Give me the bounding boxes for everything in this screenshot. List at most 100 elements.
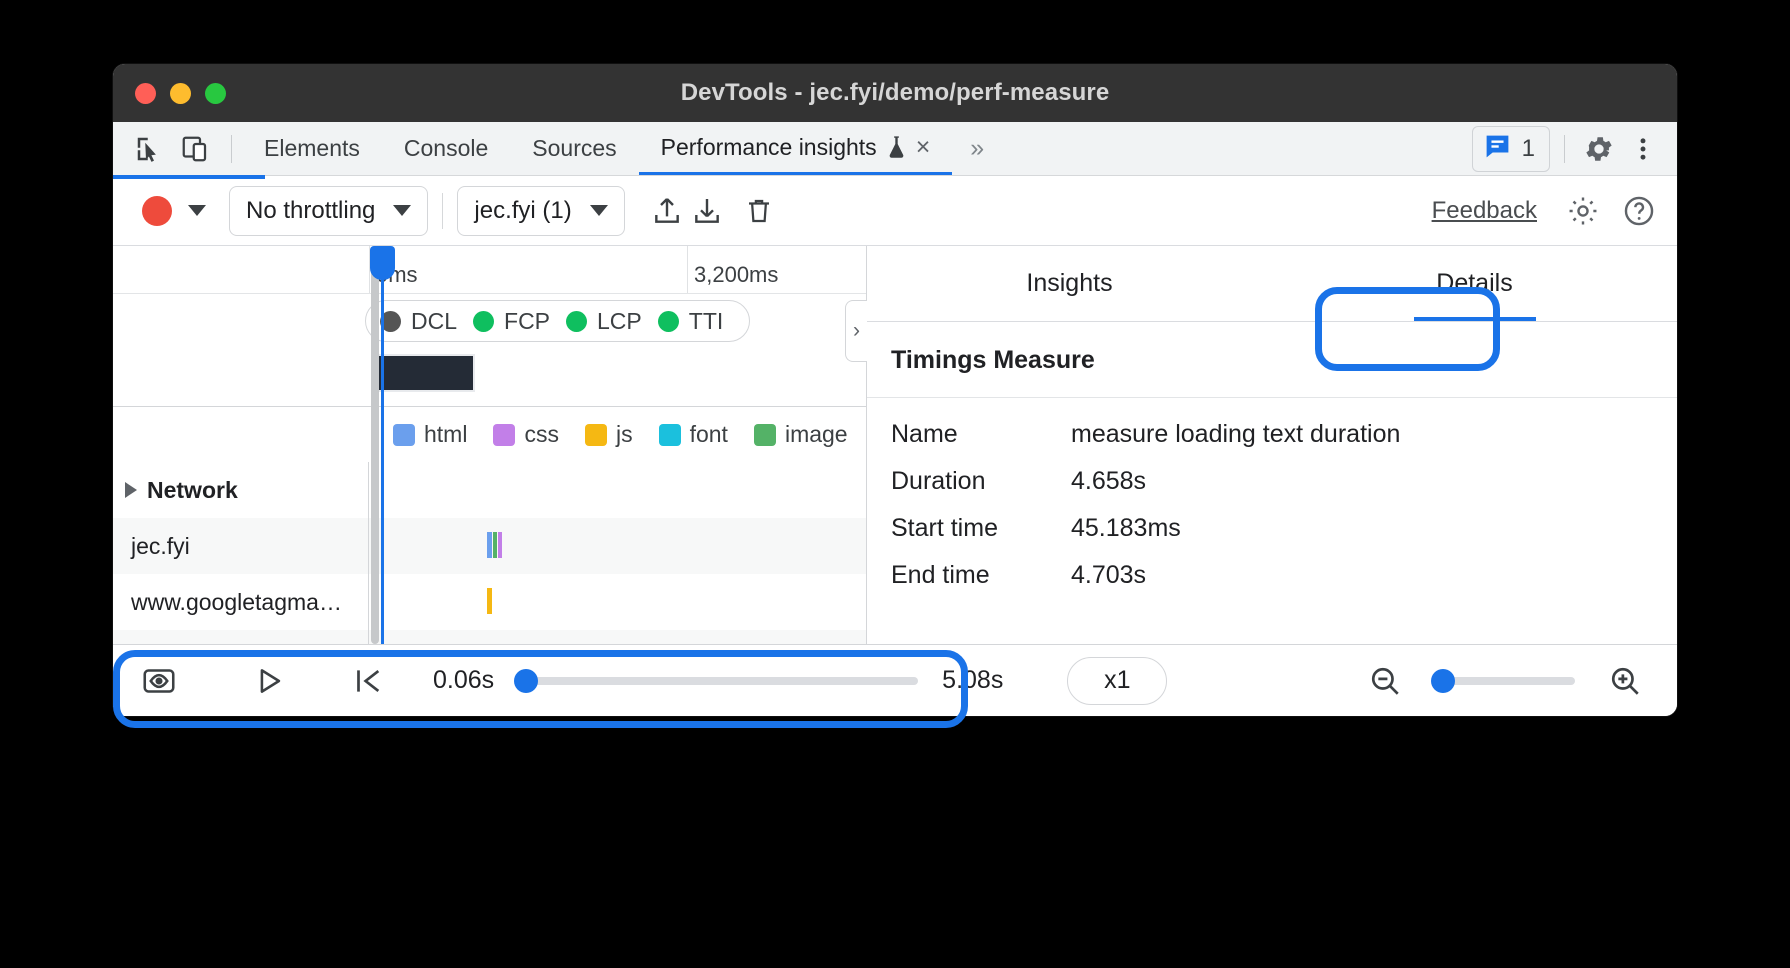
feedback-link[interactable]: Feedback bbox=[1432, 197, 1537, 225]
settings-gear-icon[interactable] bbox=[1563, 191, 1603, 231]
tab-performance-insights[interactable]: Performance insights × bbox=[639, 122, 953, 175]
lcp-dot-icon bbox=[566, 311, 587, 332]
devtools-tab-bar: Elements Console Sources Performance ins… bbox=[113, 122, 1677, 176]
tab-insights[interactable]: Insights bbox=[867, 246, 1272, 321]
details-title: Timings Measure bbox=[867, 322, 1677, 398]
request-bar-image[interactable] bbox=[493, 532, 497, 558]
page-select-value: jec.fyi (1) bbox=[474, 197, 571, 225]
request-bar-html[interactable] bbox=[487, 532, 492, 558]
maximize-window-button[interactable] bbox=[205, 83, 226, 104]
sidebar-tabs: Insights Details bbox=[867, 246, 1677, 322]
tab-details-label: Details bbox=[1436, 269, 1512, 298]
legend-label-css: css bbox=[524, 421, 559, 448]
ruler-tick-1: 3,200ms bbox=[687, 246, 688, 293]
track-lane-network bbox=[369, 462, 866, 518]
tab-performance-insights-label: Performance insights bbox=[661, 134, 877, 161]
upload-icon[interactable] bbox=[647, 191, 687, 231]
legend-items: html css js font bbox=[393, 421, 848, 448]
timing-markers[interactable]: DCL FCP LCP TTI bbox=[365, 300, 750, 342]
tab-sources[interactable]: Sources bbox=[510, 122, 638, 175]
message-count: 1 bbox=[1522, 135, 1535, 163]
more-tabs-icon[interactable]: » bbox=[952, 134, 999, 163]
ruler-tick-label-1: 3,200ms bbox=[694, 262, 778, 288]
record-options-dropdown[interactable] bbox=[177, 191, 217, 231]
table-row[interactable]: www.google-analyt… bbox=[113, 630, 866, 644]
request-name-0: jec.fyi bbox=[113, 518, 369, 574]
minimize-window-button[interactable] bbox=[170, 83, 191, 104]
throttling-value: No throttling bbox=[246, 197, 375, 225]
zoom-level-button[interactable]: x1 bbox=[1067, 657, 1167, 705]
inspect-icon[interactable] bbox=[129, 129, 169, 169]
messages-button[interactable]: 1 bbox=[1472, 126, 1550, 172]
tab-details[interactable]: Details bbox=[1272, 246, 1677, 321]
table-row[interactable]: www.googletagma… bbox=[113, 574, 866, 630]
time-range-slider[interactable] bbox=[518, 677, 918, 685]
legend-label-font: font bbox=[690, 421, 728, 448]
details-sidebar: › Insights Details Timings Measure Name … bbox=[867, 246, 1677, 644]
tab-underline bbox=[113, 175, 265, 179]
jump-to-start-icon[interactable] bbox=[341, 658, 393, 704]
track-name-network: Network bbox=[113, 462, 369, 518]
marker-label-tti: TTI bbox=[689, 308, 724, 335]
legend-swatch-image bbox=[754, 424, 776, 446]
toolbar-divider-2 bbox=[1564, 135, 1565, 163]
help-icon[interactable] bbox=[1619, 191, 1659, 231]
details-row-name: Name measure loading text duration bbox=[891, 420, 1677, 449]
time-range-knob[interactable] bbox=[514, 669, 538, 693]
details-key-start-time: Start time bbox=[891, 514, 1071, 543]
marker-label-lcp: LCP bbox=[597, 308, 642, 335]
table-row[interactable]: jec.fyi bbox=[113, 518, 866, 574]
request-bar-css[interactable] bbox=[498, 532, 502, 558]
record-button[interactable] bbox=[137, 191, 177, 231]
legend-label-image: image bbox=[785, 421, 848, 448]
tab-console[interactable]: Console bbox=[382, 122, 510, 175]
zoom-in-icon[interactable] bbox=[1599, 658, 1651, 704]
details-value-duration: 4.658s bbox=[1071, 467, 1146, 496]
request-name-2: www.google-analyt… bbox=[113, 630, 369, 644]
details-value-name: measure loading text duration bbox=[1071, 420, 1400, 449]
download-icon[interactable] bbox=[687, 191, 727, 231]
time-ruler: 0ms 3,200ms bbox=[113, 246, 866, 294]
details-key-end-time: End time bbox=[891, 561, 1071, 590]
tab-bar-right-icons: 1 bbox=[1472, 126, 1677, 172]
chevron-down-icon bbox=[393, 205, 411, 216]
vertical-scrollbar[interactable] bbox=[371, 246, 379, 644]
tab-insights-label: Insights bbox=[1026, 269, 1112, 298]
traffic-lights bbox=[113, 83, 226, 104]
playhead[interactable] bbox=[381, 246, 384, 644]
tab-elements[interactable]: Elements bbox=[242, 122, 382, 175]
track-group-network[interactable]: Network bbox=[113, 462, 866, 518]
play-icon[interactable] bbox=[243, 658, 295, 704]
details-row-start-time: Start time 45.183ms bbox=[891, 514, 1677, 543]
fcp-dot-icon bbox=[473, 311, 494, 332]
throttling-select[interactable]: No throttling bbox=[229, 186, 428, 236]
details-key-name: Name bbox=[891, 420, 1071, 449]
track-label-network: Network bbox=[147, 477, 238, 504]
more-vertical-icon[interactable] bbox=[1623, 129, 1663, 169]
gear-icon[interactable] bbox=[1579, 129, 1619, 169]
close-window-button[interactable] bbox=[135, 83, 156, 104]
legend-swatch-js bbox=[585, 424, 607, 446]
device-toggle-icon[interactable] bbox=[175, 129, 215, 169]
zoom-slider-knob[interactable] bbox=[1431, 669, 1455, 693]
sidebar-collapse-handle[interactable]: › bbox=[845, 300, 867, 362]
timeline-controls: 0.06s 5.08s x1 bbox=[113, 644, 1677, 716]
zoom-slider[interactable] bbox=[1435, 677, 1575, 685]
selection-start-time: 0.06s bbox=[433, 666, 494, 695]
details-fields: Name measure loading text duration Durat… bbox=[867, 398, 1677, 608]
page-select[interactable]: jec.fyi (1) bbox=[457, 186, 624, 236]
panel-tabs: Elements Console Sources Performance ins… bbox=[242, 122, 999, 175]
details-key-duration: Duration bbox=[891, 467, 1071, 496]
request-bar-js[interactable] bbox=[487, 588, 492, 614]
chevron-right-icon[interactable] bbox=[125, 482, 137, 498]
zoom-out-icon[interactable] bbox=[1359, 658, 1411, 704]
timeline-panel: 0ms 3,200ms DCL FCP LCP TTI bbox=[113, 246, 867, 644]
request-lane-1 bbox=[369, 574, 866, 630]
close-icon[interactable]: × bbox=[916, 135, 931, 160]
filmstrip-thumbnail[interactable] bbox=[375, 354, 475, 392]
trash-icon[interactable] bbox=[739, 191, 779, 231]
eye-icon[interactable] bbox=[133, 658, 185, 704]
legend-item-image: image bbox=[754, 421, 848, 448]
tti-dot-icon bbox=[658, 311, 679, 332]
chevron-down-icon bbox=[188, 205, 206, 216]
